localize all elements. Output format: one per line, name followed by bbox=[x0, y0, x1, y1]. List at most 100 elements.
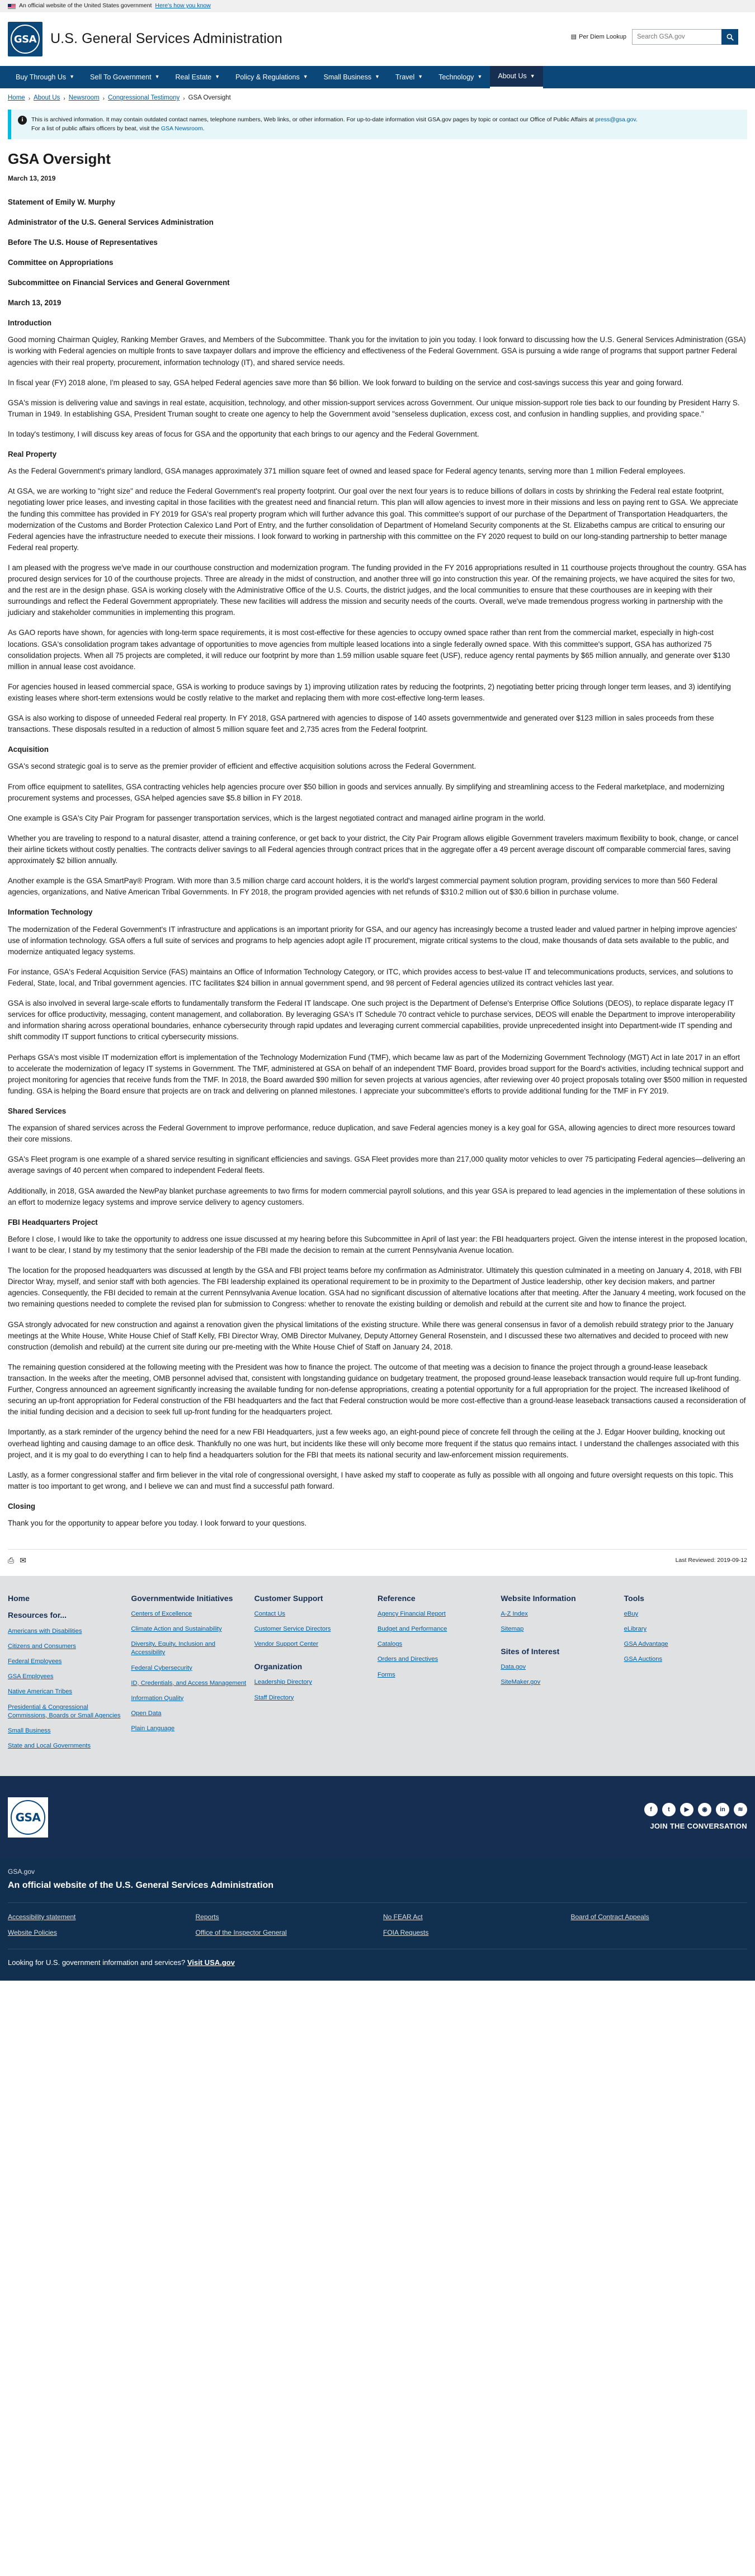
twitter-icon[interactable]: t bbox=[662, 1803, 676, 1817]
paragraph: Perhaps GSA's most visible IT modernizat… bbox=[8, 1053, 747, 1095]
rss-icon[interactable]: ≋ bbox=[734, 1803, 747, 1817]
footer-link[interactable]: Contact Us bbox=[254, 1610, 370, 1618]
footer-link[interactable]: Centers of Excellence bbox=[131, 1610, 246, 1618]
footer-link[interactable]: Citizens and Consumers bbox=[8, 1642, 123, 1651]
footer-link[interactable]: Forms bbox=[378, 1671, 493, 1679]
instagram-icon[interactable]: ◉ bbox=[698, 1803, 711, 1817]
paragraph: Another example is the GSA SmartPay® Pro… bbox=[8, 877, 718, 897]
heres-how-you-know-toggle[interactable]: Here's how you know bbox=[155, 2, 210, 11]
chevron-down-icon: ▼ bbox=[375, 74, 380, 80]
footer-link[interactable]: State and Local Governments bbox=[8, 1742, 123, 1750]
breadcrumb-congressional-testimony[interactable]: Congressional Testimony bbox=[108, 93, 180, 103]
footer-col-website-info: Website Information A-Z Index Sitemap Si… bbox=[501, 1593, 624, 1757]
paragraph: Thank you for the opportunity to appear … bbox=[8, 1519, 307, 1528]
breadcrumb-newsroom[interactable]: Newsroom bbox=[69, 93, 100, 103]
footer-link[interactable]: Information Quality bbox=[131, 1694, 246, 1703]
paragraph: Good morning Chairman Quigley, Ranking M… bbox=[8, 335, 746, 367]
identifier-domain: GSA.gov bbox=[8, 1868, 35, 1876]
identifier-official: An official website of the U.S. General … bbox=[8, 1881, 274, 1891]
footer-link[interactable]: A-Z Index bbox=[501, 1610, 616, 1618]
footer-col-resources: Home Resources for... Americans with Dis… bbox=[8, 1593, 131, 1757]
usagov-link[interactable]: Visit USA.gov bbox=[187, 1958, 235, 1967]
identifier-link[interactable]: No FEAR Act bbox=[383, 1912, 560, 1922]
footer-link[interactable]: eLibrary bbox=[624, 1625, 739, 1633]
identifier-link[interactable]: Reports bbox=[196, 1912, 372, 1922]
nav-label: Buy Through Us bbox=[16, 73, 67, 81]
footer-link[interactable]: Native American Tribes bbox=[8, 1688, 123, 1696]
section-heading-acquisition: Acquisition bbox=[8, 745, 49, 754]
notice-line-2: For a list of public affairs officers by… bbox=[31, 124, 739, 133]
footer-link[interactable]: Federal Cybersecurity bbox=[131, 1664, 246, 1673]
footer-link[interactable]: Federal Employees bbox=[8, 1658, 123, 1666]
footer-link[interactable]: Staff Directory bbox=[254, 1694, 370, 1702]
footer-link[interactable]: Diversity, Equity, Inclusion and Accessi… bbox=[131, 1640, 246, 1657]
nav-label: Technology bbox=[438, 73, 474, 81]
nav-small-business[interactable]: Small Business ▼ bbox=[316, 66, 388, 88]
notice-text: . bbox=[202, 125, 205, 132]
gsa-logo[interactable]: GSA bbox=[8, 22, 43, 56]
chevron-right-icon: › bbox=[102, 95, 105, 102]
facebook-icon[interactable]: f bbox=[644, 1803, 658, 1817]
section-heading-shared-services: Shared Services bbox=[8, 1106, 67, 1115]
footer-link[interactable]: Presidential & Congressional Commissions… bbox=[8, 1703, 123, 1720]
footer-link[interactable]: GSA Auctions bbox=[624, 1655, 739, 1664]
committee: Committee on Appropriations bbox=[8, 258, 114, 267]
footer-heading-initiatives: Governmentwide Initiatives bbox=[131, 1594, 233, 1603]
footer-home-link[interactable]: Home bbox=[8, 1593, 123, 1604]
footer-link[interactable]: GSA Advantage bbox=[624, 1640, 739, 1649]
notice-line-1: This is archived information. It may con… bbox=[31, 115, 739, 124]
linkedin-icon[interactable]: in bbox=[716, 1803, 729, 1817]
social-icons-row: f t ▶ ◉ in ≋ bbox=[644, 1803, 747, 1817]
identifier-link[interactable]: Board of Contract Appeals bbox=[571, 1912, 748, 1922]
search-button[interactable] bbox=[721, 29, 738, 45]
paragraph: For instance, GSA's Federal Acquisition … bbox=[8, 967, 733, 987]
footer-link[interactable]: GSA Employees bbox=[8, 1673, 123, 1681]
footer-link[interactable]: Open Data bbox=[131, 1710, 246, 1718]
identifier-link[interactable]: FOIA Requests bbox=[383, 1928, 560, 1938]
paragraph: From office equipment to satellites, GSA… bbox=[8, 782, 725, 802]
breadcrumb-current: GSA Oversight bbox=[188, 94, 231, 102]
gsa-newsroom-link[interactable]: GSA Newsroom bbox=[161, 125, 203, 132]
footer-link[interactable]: Climate Action and Sustainability bbox=[131, 1625, 246, 1633]
breadcrumb-home[interactable]: Home bbox=[8, 93, 25, 103]
section-heading-information-technology: Information Technology bbox=[8, 908, 93, 917]
footer-link[interactable]: Catalogs bbox=[378, 1640, 493, 1649]
press-email-link[interactable]: press@gsa.gov bbox=[596, 116, 636, 123]
chevron-down-icon: ▼ bbox=[530, 73, 535, 79]
footer-link[interactable]: Leadership Directory bbox=[254, 1678, 370, 1687]
nav-sell-to-government[interactable]: Sell To Government ▼ bbox=[82, 66, 167, 88]
nav-travel[interactable]: Travel ▼ bbox=[388, 66, 431, 88]
footer-gsa-logo[interactable]: GSA bbox=[8, 1797, 48, 1838]
footer-link[interactable]: eBuy bbox=[624, 1610, 739, 1618]
footer-link[interactable]: Budget and Performance bbox=[378, 1625, 493, 1633]
print-icon[interactable]: ⎙ bbox=[8, 1555, 14, 1566]
footer-link[interactable]: Small Business bbox=[8, 1727, 123, 1735]
identifier-link[interactable]: Website Policies bbox=[8, 1928, 185, 1938]
chevron-down-icon: ▼ bbox=[69, 74, 75, 80]
footer-link[interactable]: Agency Financial Report bbox=[378, 1610, 493, 1618]
identifier-link[interactable]: Office of the Inspector General bbox=[196, 1928, 372, 1938]
identifier-link[interactable]: Accessibility statement bbox=[8, 1912, 185, 1922]
footer-link[interactable]: Orders and Directives bbox=[378, 1655, 493, 1664]
youtube-icon[interactable]: ▶ bbox=[680, 1803, 693, 1817]
footer-link[interactable]: Customer Service Directors bbox=[254, 1625, 370, 1633]
footer-link[interactable]: Sitemap bbox=[501, 1625, 616, 1633]
footer-link[interactable]: Americans with Disabilities bbox=[8, 1627, 123, 1636]
nav-policy-regulations[interactable]: Policy & Regulations ▼ bbox=[228, 66, 316, 88]
nav-buy-through-us[interactable]: Buy Through Us ▼ bbox=[8, 66, 82, 88]
footer-link[interactable]: SiteMaker.gov bbox=[501, 1678, 616, 1687]
footer-link[interactable]: ID, Credentials, and Access Management bbox=[131, 1679, 246, 1688]
site-header: GSA U.S. General Services Administration… bbox=[0, 12, 755, 66]
search-input[interactable] bbox=[632, 29, 721, 45]
nav-real-estate[interactable]: Real Estate ▼ bbox=[168, 66, 228, 88]
site-name[interactable]: U.S. General Services Administration bbox=[50, 29, 282, 50]
nav-about-us[interactable]: About Us ▼ bbox=[490, 66, 543, 88]
nav-technology[interactable]: Technology ▼ bbox=[431, 66, 490, 88]
per-diem-lookup-link[interactable]: ▤ Per Diem Lookup bbox=[571, 32, 626, 42]
hearing-date: March 13, 2019 bbox=[8, 299, 62, 307]
email-icon[interactable]: ✉ bbox=[20, 1555, 26, 1566]
footer-link[interactable]: Vendor Support Center bbox=[254, 1640, 370, 1649]
footer-link[interactable]: Plain Language bbox=[131, 1725, 246, 1733]
footer-link[interactable]: Data.gov bbox=[501, 1663, 616, 1671]
breadcrumb-about-us[interactable]: About Us bbox=[34, 93, 60, 103]
